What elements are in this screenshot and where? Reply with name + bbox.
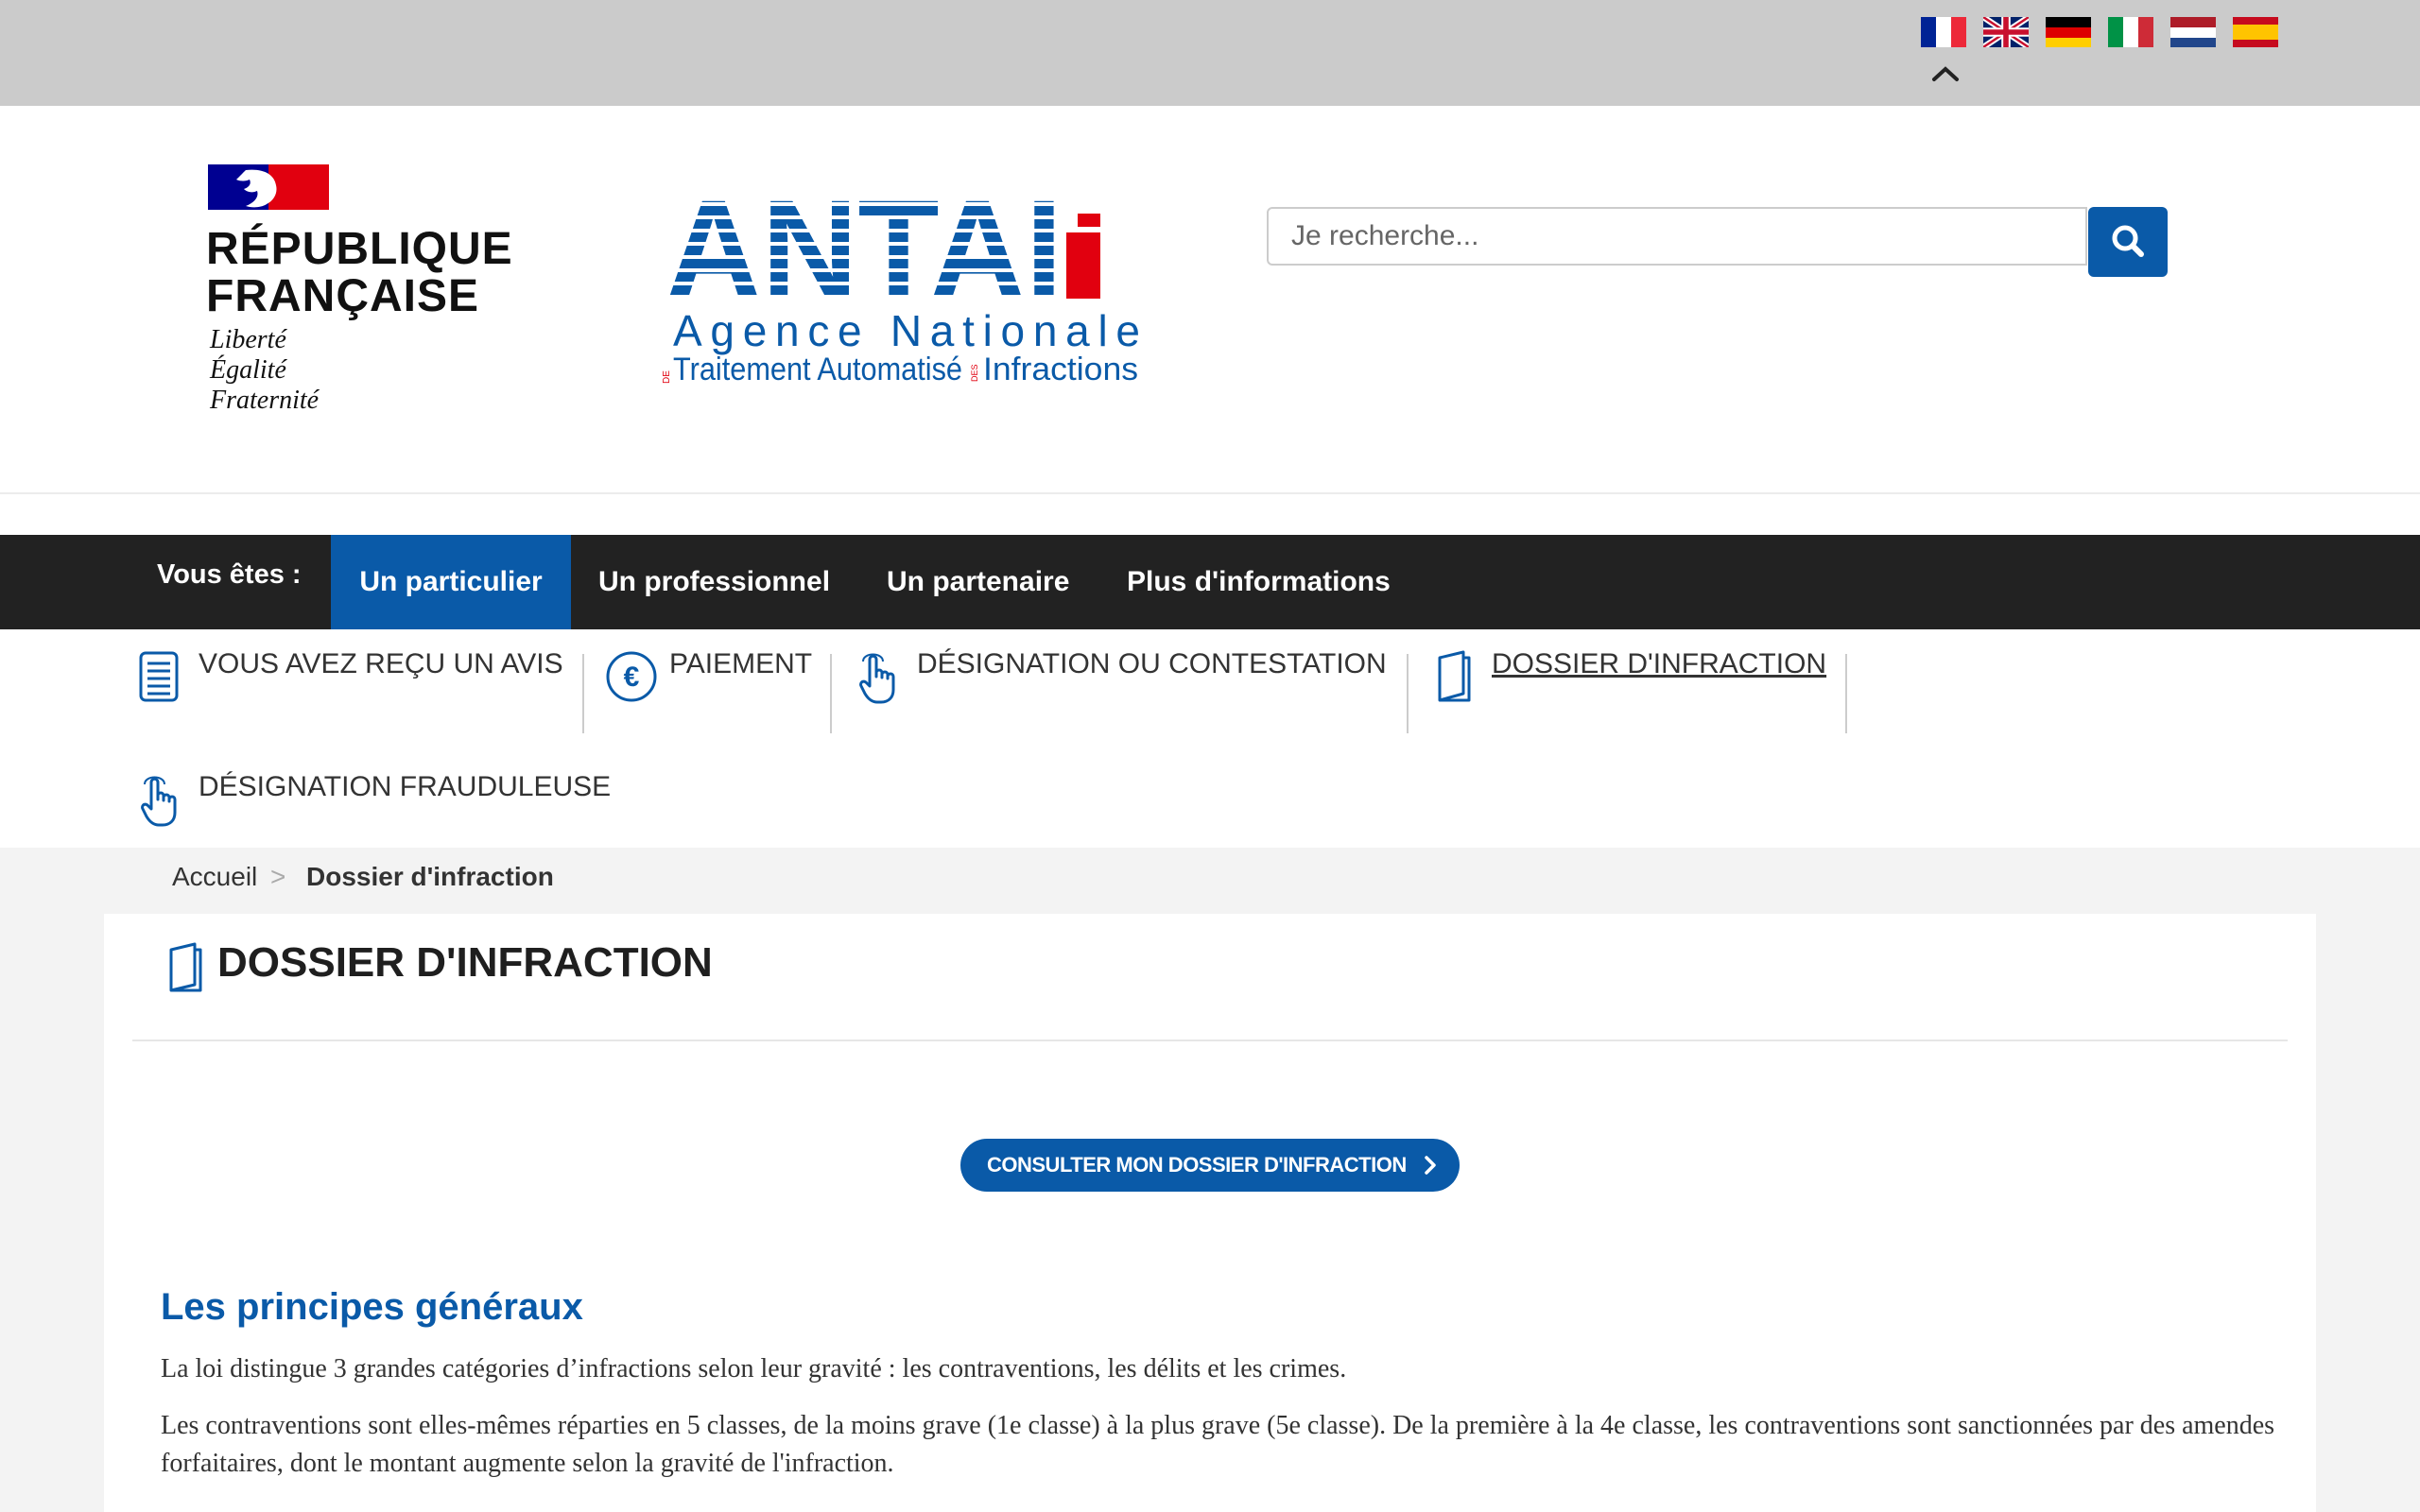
submenu-divider	[582, 654, 584, 733]
svg-text:DE: DE	[662, 370, 672, 384]
nav-label: Vous êtes :	[157, 559, 302, 590]
title-divider	[132, 1040, 2288, 1041]
svg-text:Infractions: Infractions	[983, 352, 1138, 387]
flag-fr-icon[interactable]	[1921, 17, 1966, 47]
breadcrumb-current: Dossier d'infraction	[306, 862, 554, 891]
chevron-up-icon[interactable]	[1928, 62, 1962, 85]
submenu-divider	[1845, 654, 1847, 733]
page-title: DOSSIER D'INFRACTION	[217, 939, 713, 986]
book-icon	[1438, 650, 1471, 702]
audience-nav: Vous êtes : Un particulier Un profession…	[0, 535, 2420, 629]
euro-icon: €	[606, 651, 657, 702]
tab-partenaire[interactable]: Un partenaire	[887, 535, 1069, 629]
republique-line2: FRANÇAISE	[206, 271, 480, 321]
paragraph: La loi distingue 3 grandes catégories d’…	[161, 1354, 1347, 1383]
hand-pointer-icon	[859, 653, 895, 704]
section-title: Les principes généraux	[161, 1286, 583, 1328]
cta-label: CONSULTER MON DOSSIER D'INFRACTION	[987, 1153, 1407, 1177]
flag-nl-icon[interactable]	[2170, 17, 2216, 47]
republique-line1: RÉPUBLIQUE	[206, 224, 513, 274]
tab-particulier[interactable]: Un particulier	[331, 535, 571, 629]
search-icon	[2112, 225, 2144, 257]
search-input[interactable]	[1267, 207, 2087, 266]
marianne-icon	[208, 164, 329, 210]
hand-pointer-icon	[141, 776, 177, 827]
antai-logo[interactable]: ANTAI Agence Nationale DE Traitement Aut…	[662, 193, 1153, 495]
search-button[interactable]	[2088, 207, 2168, 277]
site-header: RÉPUBLIQUE FRANÇAISE Liberté Égalité Fra…	[0, 106, 2420, 494]
motto-liberte: Liberté	[210, 325, 286, 354]
flag-es-icon[interactable]	[2233, 17, 2278, 47]
svg-text:Traitement Automatisé: Traitement Automatisé	[673, 352, 962, 387]
tab-plus-informations[interactable]: Plus d'informations	[1127, 535, 1391, 629]
submenu-designation-frauduleuse[interactable]: DÉSIGNATION FRAUDULEUSE	[199, 773, 611, 801]
main-content: DOSSIER D'INFRACTION CONSULTER MON DOSSI…	[104, 914, 2316, 1512]
motto-fraternite: Fraternité	[210, 386, 320, 415]
book-icon	[169, 942, 202, 992]
submenu-dossier-infraction[interactable]: DOSSIER D'INFRACTION	[1492, 650, 1826, 679]
republique-francaise-logo[interactable]: RÉPUBLIQUE FRANÇAISE Liberté Égalité Fra…	[206, 164, 512, 420]
chevron-right-icon	[1425, 1156, 1436, 1175]
flag-uk-icon[interactable]	[1983, 17, 2029, 47]
motto-egalite: Égalité	[210, 355, 286, 385]
submenu-divider	[830, 654, 832, 733]
flag-de-icon[interactable]	[2046, 17, 2091, 47]
consulter-dossier-button[interactable]: CONSULTER MON DOSSIER D'INFRACTION	[960, 1139, 1460, 1192]
breadcrumb: Accueil > Dossier d'infraction	[0, 848, 2420, 914]
submenu-paiement[interactable]: PAIEMENT	[669, 650, 812, 679]
tab-professionnel[interactable]: Un professionnel	[598, 535, 830, 629]
submenu-divider	[1407, 654, 1409, 733]
submenu-designation-contestation[interactable]: DÉSIGNATION OU CONTESTATION	[917, 650, 1387, 679]
breadcrumb-home[interactable]: Accueil	[172, 848, 257, 906]
svg-text:€: €	[624, 662, 640, 693]
paragraph: Les contraventions sont elles-mêmes répa…	[161, 1411, 2275, 1478]
submenu-vous-avez-recu-un-avis[interactable]: VOUS AVEZ REÇU UN AVIS	[199, 650, 563, 679]
breadcrumb-separator: >	[270, 862, 286, 891]
svg-text:Agence Nationale: Agence Nationale	[673, 306, 1140, 355]
document-icon	[139, 651, 179, 702]
top-bar	[0, 0, 2420, 106]
svg-text:DES: DES	[970, 364, 979, 382]
flag-it-icon[interactable]	[2108, 17, 2153, 47]
